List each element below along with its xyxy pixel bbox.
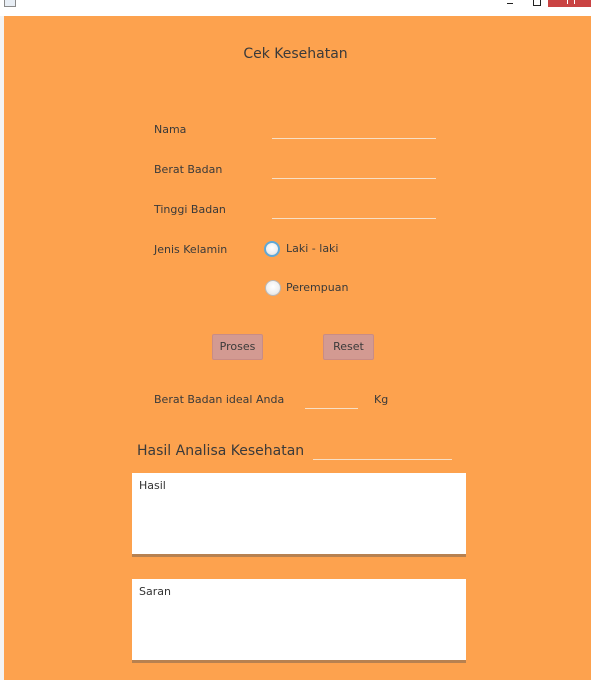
minimize-icon[interactable] xyxy=(504,0,516,7)
maximize-icon[interactable] xyxy=(530,0,542,7)
berat-ideal-unit: Kg xyxy=(374,393,389,406)
nama-input-underline xyxy=(272,138,436,139)
nama-label: Nama xyxy=(154,123,187,136)
hasil-analisa-value xyxy=(313,445,452,459)
berat-badan-input[interactable] xyxy=(272,160,436,177)
radio-laki-laki[interactable]: Laki - laki xyxy=(264,240,364,260)
tinggi-badan-label: Tinggi Badan xyxy=(154,203,226,216)
proses-button[interactable]: Proses xyxy=(212,334,263,360)
berat-ideal-underline xyxy=(305,408,358,409)
radio-perempuan-label: Perempuan xyxy=(286,281,349,294)
radio-button-icon[interactable] xyxy=(264,241,280,257)
berat-ideal-value xyxy=(305,393,358,407)
saran-textarea[interactable]: Saran xyxy=(132,579,466,663)
saran-text: Saran xyxy=(139,585,171,598)
radio-laki-laki-label: Laki - laki xyxy=(286,242,339,255)
app-window-icon xyxy=(4,0,16,7)
radio-perempuan[interactable]: Perempuan xyxy=(264,279,364,299)
hasil-text: Hasil xyxy=(139,479,166,492)
window-titlebar xyxy=(0,0,591,16)
jenis-kelamin-label: Jenis Kelamin xyxy=(154,243,228,256)
hasil-analisa-heading: Hasil Analisa Kesehatan xyxy=(137,443,305,459)
nama-input[interactable] xyxy=(272,120,436,137)
radio-button-icon[interactable] xyxy=(265,280,281,296)
page-title: Cek Kesehatan xyxy=(243,46,348,62)
berat-ideal-label: Berat Badan ideal Anda xyxy=(154,393,285,406)
tinggi-badan-underline xyxy=(272,218,436,219)
hasil-textarea[interactable]: Hasil xyxy=(132,473,466,557)
reset-button[interactable]: Reset xyxy=(323,334,374,360)
hasil-analisa-underline xyxy=(313,459,452,460)
close-icon[interactable] xyxy=(548,0,591,7)
tinggi-badan-input[interactable] xyxy=(272,200,436,217)
berat-badan-underline xyxy=(272,178,436,179)
berat-badan-label: Berat Badan xyxy=(154,163,223,176)
